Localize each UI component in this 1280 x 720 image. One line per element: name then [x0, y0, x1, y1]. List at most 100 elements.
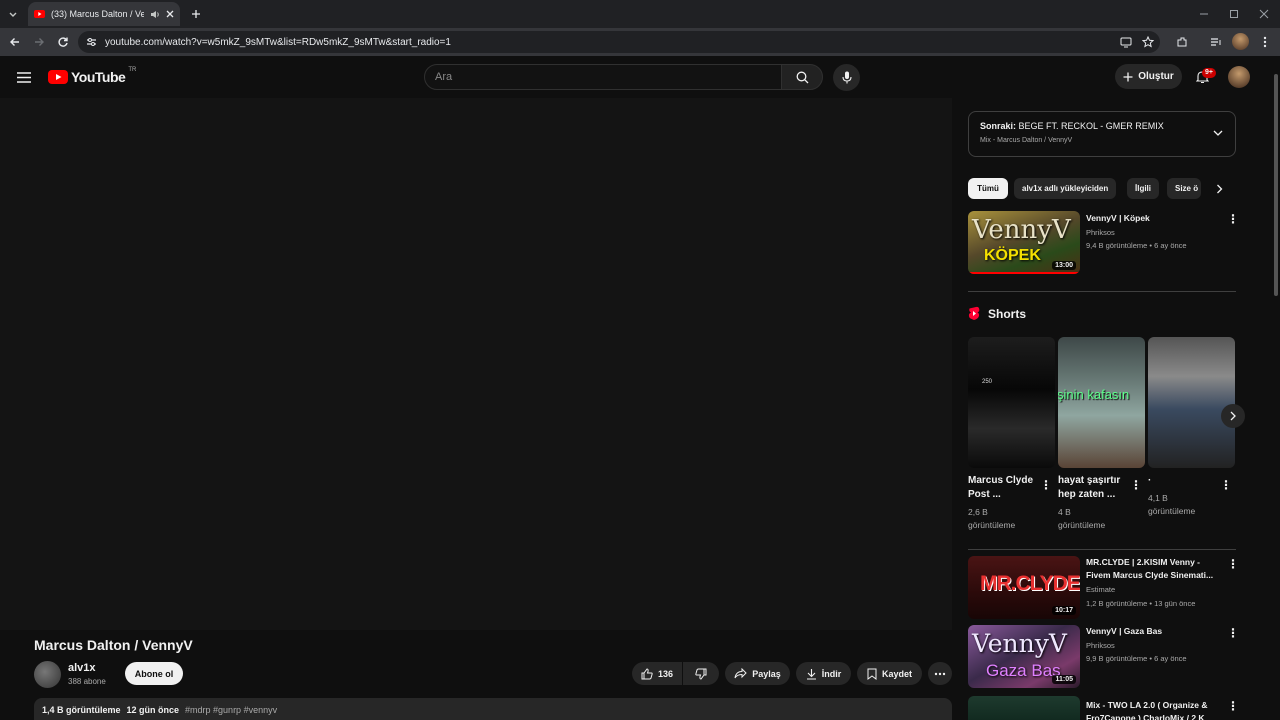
youtube-masthead: YouTube TR Ara Oluştur 9+ — [0, 56, 1272, 98]
short-thumbnail[interactable]: 250 — [968, 337, 1055, 468]
browser-toolbar: youtube.com/watch?v=w5mkZ_9sMTw&list=RDw… — [0, 28, 1280, 56]
tab-search-icon[interactable] — [4, 5, 22, 23]
duration-badge: 10:17 — [1052, 606, 1076, 615]
youtube-logo[interactable]: YouTube TR — [48, 67, 136, 85]
browser-tab[interactable]: (33) Marcus Dalton / Venny — [28, 2, 180, 26]
voice-search-button[interactable] — [833, 64, 860, 91]
chip-all[interactable]: Tümü — [968, 178, 1008, 199]
related-title[interactable]: VennyV | Gaza Bas — [1086, 625, 1216, 638]
short-title[interactable]: Marcus Clyde Post ... — [968, 474, 1042, 502]
up-next-subtitle: Mix - Marcus Dalton / VennyV — [980, 137, 1073, 144]
download-icon — [806, 668, 816, 680]
more-vertical-icon[interactable]: ⋮ — [1130, 478, 1142, 492]
duration-badge: 13:00 — [1052, 261, 1076, 270]
related-meta: 1,2 B görüntüleme • 13 gün önce — [1086, 599, 1196, 608]
video-player[interactable] — [0, 98, 952, 630]
bookmark-icon — [867, 668, 877, 680]
url-text: youtube.com/watch?v=w5mkZ_9sMTw&list=RDw… — [105, 36, 451, 48]
address-bar[interactable]: youtube.com/watch?v=w5mkZ_9sMTw&list=RDw… — [78, 31, 1160, 53]
youtube-favicon-icon — [34, 10, 45, 18]
page-scrollbar[interactable] — [1272, 56, 1280, 720]
chrome-menu-icon[interactable] — [1258, 34, 1272, 50]
short-views: 2,6 Bgörüntüleme — [968, 507, 1016, 530]
share-button[interactable]: Paylaş — [725, 662, 790, 685]
microphone-icon — [841, 71, 852, 84]
related-thumbnail[interactable]: MR.CLYDE 10:17 — [968, 556, 1080, 619]
extensions-icon[interactable] — [1174, 34, 1190, 50]
bookmark-star-icon[interactable] — [1140, 34, 1156, 50]
speaker-icon[interactable] — [150, 10, 160, 19]
new-tab-icon[interactable] — [188, 6, 204, 22]
short-title[interactable]: hayat şaşırtır hep zaten ... — [1058, 474, 1132, 502]
more-vertical-icon[interactable]: ⋮ — [1040, 478, 1052, 492]
short-views: 4,1 Bgörüntüleme — [1148, 493, 1196, 516]
search-button[interactable] — [781, 64, 823, 90]
related-thumbnail[interactable]: VennyV Gaza Bas 11:05 — [968, 625, 1080, 688]
related-thumbnail[interactable]: VennyV KÖPEK 13:00 — [968, 211, 1080, 274]
close-tab-icon[interactable] — [166, 10, 174, 18]
install-app-icon[interactable] — [1118, 34, 1134, 50]
shorts-next-button[interactable] — [1221, 404, 1245, 428]
more-vertical-icon[interactable]: ⋮ — [1227, 212, 1239, 226]
search-icon — [796, 71, 808, 83]
more-vertical-icon[interactable]: ⋮ — [1227, 557, 1239, 571]
more-actions-button[interactable] — [928, 662, 952, 685]
more-horizontal-icon — [934, 672, 946, 675]
channel-name[interactable]: alv1x — [68, 662, 96, 674]
related-title[interactable]: Mix - TWO LA 2.0 ( Organize & Fro7Capone… — [1086, 699, 1216, 720]
media-control-icon[interactable] — [1208, 34, 1224, 50]
save-button[interactable]: Kaydet — [857, 662, 922, 685]
subscribe-button[interactable]: Abone ol — [125, 662, 183, 685]
site-settings-icon[interactable] — [86, 37, 97, 47]
close-window-icon[interactable] — [1256, 7, 1272, 21]
dislike-button[interactable] — [683, 662, 719, 685]
maximize-icon[interactable] — [1226, 7, 1242, 21]
forward-icon[interactable] — [30, 33, 48, 51]
chevron-down-icon[interactable] — [1213, 130, 1223, 137]
plus-icon — [1123, 72, 1133, 81]
related-channel[interactable]: Estimate — [1086, 585, 1115, 594]
video-title: Marcus Dalton / VennyV — [34, 637, 193, 653]
reload-icon[interactable] — [54, 33, 72, 51]
search-input[interactable]: Ara — [424, 64, 782, 90]
short-thumbnail[interactable]: şinin kafasın — [1058, 337, 1145, 468]
profile-avatar[interactable] — [1232, 33, 1249, 50]
shorts-heading: Shorts — [968, 306, 1026, 321]
channel-avatar[interactable] — [34, 661, 61, 688]
chip-from-uploader[interactable]: alv1x adlı yükleyiciden — [1014, 178, 1117, 199]
related-channel[interactable]: Phriksos — [1086, 228, 1115, 237]
back-icon[interactable] — [6, 33, 24, 51]
short-thumbnail[interactable] — [1148, 337, 1235, 468]
account-avatar[interactable] — [1228, 66, 1250, 88]
short-views: 4 Bgörüntüleme — [1058, 507, 1106, 530]
description-box[interactable]: 1,4 B görüntüleme 12 gün önce #mdrp #gun… — [34, 698, 952, 720]
notification-badge: 9+ — [1202, 68, 1216, 78]
related-thumbnail[interactable] — [968, 696, 1080, 720]
related-channel[interactable]: Phriksos — [1086, 641, 1115, 650]
minimize-icon[interactable] — [1196, 7, 1212, 21]
scrollbar-thumb[interactable] — [1274, 74, 1278, 296]
like-button[interactable]: 136 — [632, 662, 682, 685]
related-title[interactable]: VennyV | Köpek — [1086, 212, 1216, 225]
related-title[interactable]: MR.CLYDE | 2.KISIM Venny - Fivem Marcus … — [1086, 556, 1216, 582]
chips-next-icon[interactable] — [1210, 180, 1228, 198]
create-button[interactable]: Oluştur — [1115, 64, 1182, 89]
subscriber-count: 388 abone — [68, 677, 106, 686]
up-next-panel[interactable]: Sonraki: BEGE FT. RECKOL - GMER REMIX Mi… — [968, 111, 1236, 157]
share-icon — [734, 668, 747, 679]
up-next-title: BEGE FT. RECKOL - GMER REMIX — [1018, 121, 1164, 131]
hashtags[interactable]: #mdrp #gunrp #vennyv — [185, 705, 277, 715]
watch-progress-bar — [968, 272, 1080, 274]
short-title[interactable]: · — [1148, 474, 1222, 488]
divider — [968, 291, 1236, 292]
hamburger-menu-icon[interactable] — [14, 67, 34, 87]
more-vertical-icon[interactable]: ⋮ — [1227, 626, 1239, 640]
chevron-right-icon — [1230, 411, 1236, 421]
thumbs-up-icon — [641, 667, 653, 679]
download-button[interactable]: İndir — [796, 662, 851, 685]
more-vertical-icon[interactable]: ⋮ — [1227, 699, 1239, 713]
chip-related[interactable]: İlgili — [1127, 178, 1159, 199]
more-vertical-icon[interactable]: ⋮ — [1220, 478, 1232, 492]
chip-for-you[interactable]: Size ö — [1167, 178, 1201, 199]
shorts-logo-icon — [968, 306, 980, 320]
